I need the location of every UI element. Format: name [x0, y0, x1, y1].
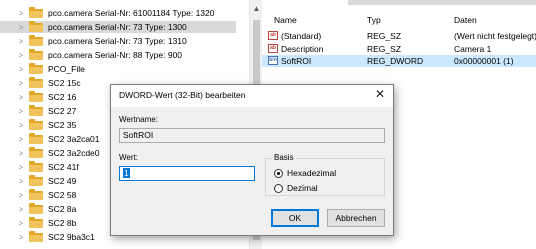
folder-icon [29, 231, 43, 242]
string-value-icon: ab [268, 31, 278, 40]
tree-item-label: SC2 41f [48, 162, 79, 172]
value-name: SoftROI [281, 56, 312, 66]
expand-chevron-icon[interactable]: > [17, 35, 25, 47]
expand-chevron-icon[interactable]: > [17, 133, 25, 145]
tree-item[interactable]: > pco.camera Serial-Nr: 61001184 Type: 13… [0, 7, 236, 19]
tree-item[interactable]: > pco.camera Serial-Nr: 73 Type: 1310 [0, 35, 236, 47]
expand-chevron-icon[interactable]: > [17, 217, 25, 229]
string-value-icon: ab [268, 43, 278, 53]
value-name-text: SoftROI [123, 130, 154, 140]
expand-chevron-icon[interactable]: > [17, 119, 25, 131]
dialog-title: DWORD-Wert (32-Bit) bearbeiten [119, 90, 246, 100]
ok-button[interactable]: OK [271, 209, 319, 227]
value-name-label: Wertname: [119, 115, 158, 124]
value-data-field[interactable]: 1 [119, 166, 255, 181]
expand-chevron-icon[interactable]: > [17, 21, 25, 33]
tree-item-label: SC2 8a [48, 204, 77, 214]
expand-chevron-icon[interactable]: > [17, 49, 25, 61]
folder-icon [29, 217, 43, 228]
folder-icon [29, 105, 43, 116]
folder-icon [29, 147, 43, 158]
expand-chevron-icon[interactable]: > [17, 77, 25, 89]
value-data: Camera 1 [454, 43, 492, 54]
value-type: REG_SZ [367, 43, 402, 54]
tree-item-label: pco.camera Serial-Nr: 73 Type: 1300 [48, 22, 187, 32]
folder-icon [29, 133, 43, 144]
expand-chevron-icon[interactable]: > [17, 189, 25, 201]
folder-icon [29, 161, 43, 172]
tree-item-label: pco.camera Serial-Nr: 61001184 Type: 132… [48, 8, 215, 18]
folder-icon [29, 21, 43, 32]
value-type: REG_DWORD [367, 56, 424, 66]
expand-chevron-icon[interactable]: > [17, 7, 25, 19]
dialog-titlebar[interactable]: DWORD-Wert (32-Bit) bearbeiten ✕ [111, 85, 393, 107]
folder-icon [29, 203, 43, 214]
header-strip [348, 0, 536, 5]
column-header-type[interactable]: Typ [367, 15, 381, 25]
tree-item-label: SC2 58 [48, 190, 77, 200]
folder-icon [29, 119, 43, 130]
tree-item-label: SC2 49 [48, 176, 77, 186]
radio-dec-label: Dezimal [287, 183, 318, 193]
tree-item-label: SC2 16 [48, 92, 77, 102]
radio-decimal[interactable]: Dezimal [274, 183, 318, 193]
value-data: (Wert nicht festgelegt) [454, 31, 536, 41]
tree-item-label: pco.camera Serial-Nr: 88 Type: 900 [48, 50, 183, 60]
value-data: 0x00000001 (1) [454, 56, 514, 66]
folder-icon [29, 91, 43, 102]
folder-icon [29, 35, 43, 46]
value-name: Description [281, 43, 324, 54]
tree-item[interactable]: > PCO_File [0, 63, 236, 75]
column-header-name[interactable]: Name [274, 15, 297, 25]
tree-item[interactable]: > pco.camera Serial-Nr: 73 Type: 1300 [0, 21, 236, 33]
radio-hex-indicator[interactable] [274, 168, 283, 178]
column-header-data[interactable]: Daten [454, 15, 477, 25]
expand-chevron-icon[interactable]: > [17, 175, 25, 187]
tree-item-label: SC2 35 [48, 120, 77, 130]
tree-item-label: SC2 8b [48, 218, 77, 228]
tree-item-label: PCO_File [48, 64, 85, 74]
expand-chevron-icon[interactable]: > [17, 161, 25, 173]
expand-chevron-icon[interactable]: > [17, 231, 25, 243]
tree-item-label: SC2 27 [48, 106, 77, 116]
close-icon[interactable]: ✕ [375, 87, 385, 101]
binary-value-icon: bin [268, 56, 278, 65]
expand-chevron-icon[interactable]: > [17, 147, 25, 159]
tree-item-label: SC2 15c [48, 78, 81, 88]
cancel-button[interactable]: Abbrechen [327, 209, 385, 227]
folder-icon [29, 77, 43, 88]
tree-item[interactable]: > pco.camera Serial-Nr: 88 Type: 900 [0, 49, 236, 61]
value-name-field: SoftROI [119, 128, 385, 143]
edit-dword-dialog: DWORD-Wert (32-Bit) bearbeiten ✕ Wertnam… [110, 84, 394, 236]
expand-chevron-icon[interactable]: > [17, 203, 25, 215]
folder-icon [29, 175, 43, 186]
tree-item-label: SC2 3a2ca01 [48, 134, 100, 144]
value-row[interactable]: ab (Standard) REG_SZ (Wert nicht festgelegt… [262, 30, 536, 42]
tree-item-label: SC2 3a2cde0 [48, 148, 100, 158]
value-row[interactable]: bin SoftROI REG_DWORD 0x00000001 (1) [262, 55, 536, 67]
folder-icon [29, 49, 43, 60]
tree-item-label: SC2 9ba3c1 [48, 232, 95, 242]
radio-hexadecimal[interactable]: Hexadezimal [274, 168, 336, 178]
tree-item-label: pco.camera Serial-Nr: 73 Type: 1310 [48, 36, 187, 46]
value-name: (Standard) [281, 31, 322, 41]
value-type: REG_SZ [367, 31, 402, 41]
base-group-label: Basis [272, 153, 296, 162]
value-data-label: Wert: [119, 153, 138, 162]
folder-icon [29, 7, 43, 18]
expand-chevron-icon[interactable]: > [17, 91, 25, 103]
base-group: Basis Hexadezimal Dezimal [265, 153, 385, 196]
folder-icon [29, 189, 43, 200]
radio-dec-indicator[interactable] [274, 183, 283, 193]
folder-icon [29, 63, 43, 74]
value-row[interactable]: ab Description REG_SZ Camera 1 [262, 43, 536, 55]
expand-chevron-icon[interactable]: > [17, 105, 25, 117]
value-data-text: 1 [123, 168, 130, 178]
expand-chevron-icon[interactable]: > [17, 63, 25, 75]
radio-hex-label: Hexadezimal [287, 168, 337, 178]
